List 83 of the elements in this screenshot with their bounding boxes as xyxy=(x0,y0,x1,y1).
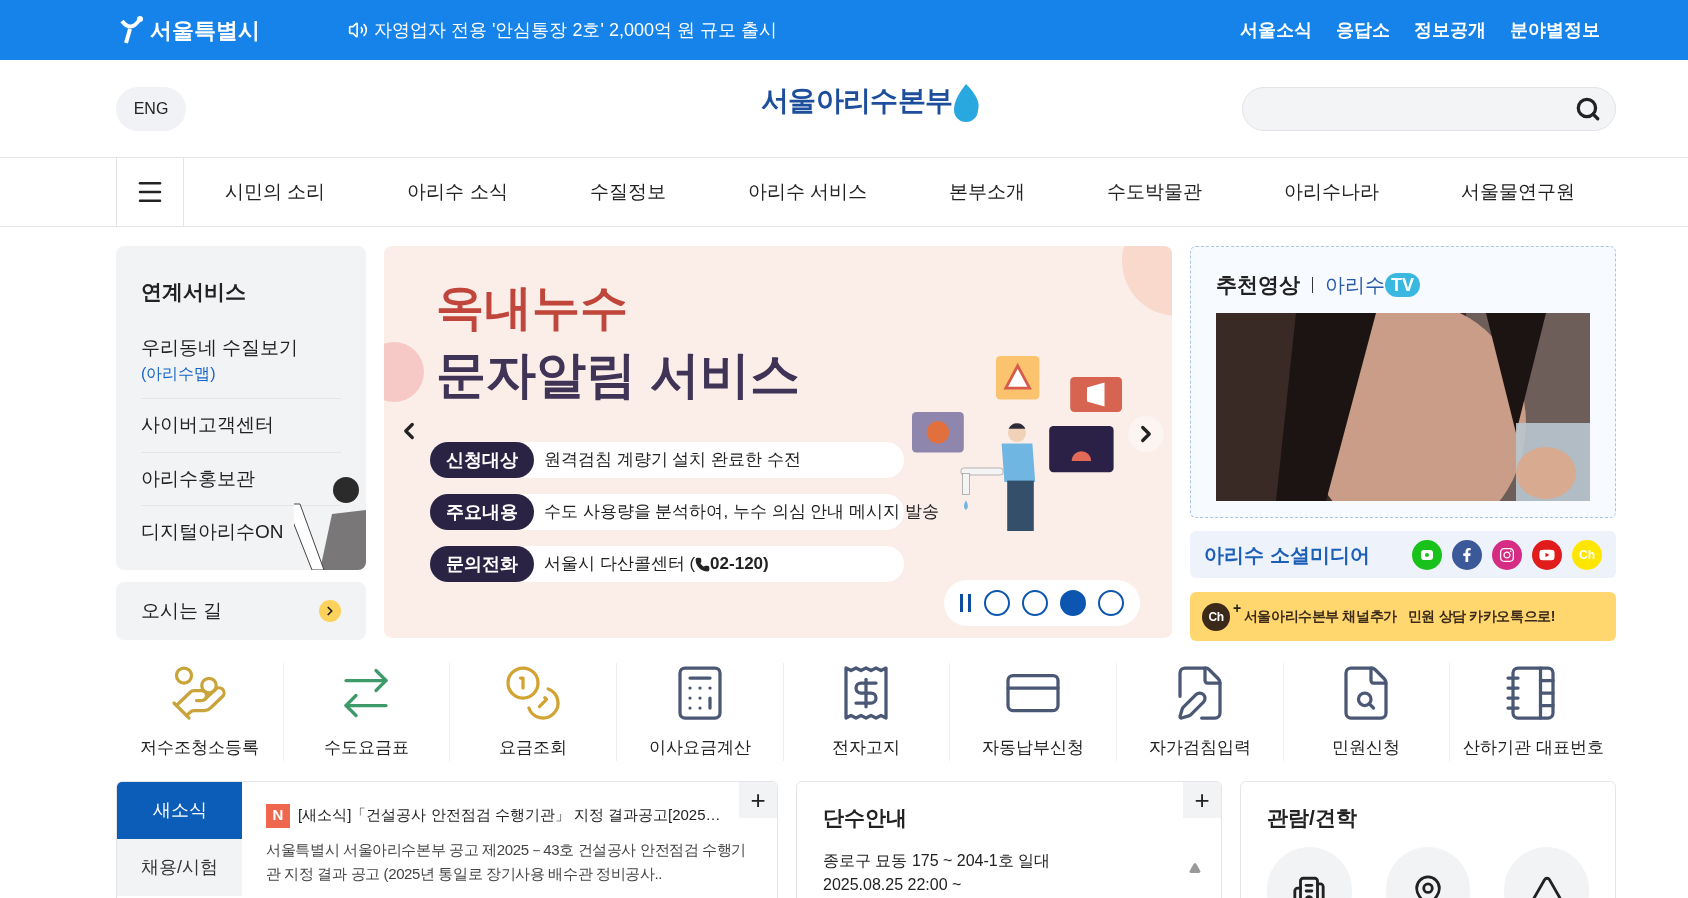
speaker-icon xyxy=(348,20,368,40)
card-title: 연계서비스 xyxy=(141,279,247,305)
quick-link[interactable]: 산하기관 대표번호 xyxy=(1449,663,1616,761)
quick-link[interactable]: 요금조회 xyxy=(449,663,616,761)
social-title: 아리수 소셜미디어 xyxy=(1204,542,1370,568)
outage-text: 종로구 묘동 175 ~ 204-1호 일대 xyxy=(823,851,1051,871)
tv-badge: TV xyxy=(1385,272,1420,297)
notice-text[interactable]: 자영업자 전용 '안심통장 2호' 2,000억 원 규모 출시 xyxy=(374,16,777,44)
quick-link-label: 저수조청소등록 xyxy=(139,737,259,759)
tv-brand[interactable]: 아리수 xyxy=(1325,269,1385,300)
nav-item[interactable]: 서울물연구원 xyxy=(1460,177,1575,207)
service-link[interactable]: 디지털아리수ON xyxy=(141,518,284,547)
seoul-logo[interactable]: 서울특별시 xyxy=(150,13,260,47)
top-link[interactable]: 분야별정보 xyxy=(1510,16,1600,44)
news-title[interactable]: [새소식]「건설공사 안전점검 수행기관」 지정 결과공고[2025… xyxy=(298,804,721,827)
quick-link-label: 자동납부신청 xyxy=(982,737,1085,759)
news-tab[interactable]: 새소식 xyxy=(117,781,242,839)
menu-button[interactable] xyxy=(116,158,184,226)
info-text: 수도 사용량을 분석하여, 누수 의심 안내 메시지 발송 xyxy=(544,501,939,524)
instagram-icon[interactable] xyxy=(1492,539,1522,570)
service-link[interactable]: 사이버고객센터 xyxy=(141,411,274,440)
kakao-badge-icon: Ch xyxy=(1202,602,1230,631)
quick-link-label: 요금조회 xyxy=(499,737,568,759)
info-text: 원격검침 계량기 설치 완료한 수전 xyxy=(544,449,801,472)
phone-icon xyxy=(695,556,711,572)
service-sub-label: (아리수맵) xyxy=(141,364,216,384)
quick-link-label: 민원신청 xyxy=(1332,737,1401,759)
kakao-channel-banner[interactable]: Ch + 서울아리수본부 채널추가 민원 상담 카카오톡으로! xyxy=(1190,592,1616,641)
service-link[interactable]: 우리동네 수질보기 xyxy=(141,333,299,362)
facebook-icon[interactable] xyxy=(1452,539,1482,570)
quick-link-label: 산하기관 대표번호 xyxy=(1462,737,1604,759)
quick-link[interactable]: 민원신청 xyxy=(1282,663,1450,761)
next-button[interactable] xyxy=(1128,416,1164,452)
phone-number: 02-120) xyxy=(710,553,769,576)
kakao-text: 민원 상담 카카오톡으로! xyxy=(1407,607,1556,626)
more-button[interactable]: + xyxy=(739,781,777,818)
more-button[interactable]: + xyxy=(1183,781,1221,818)
kakao-text: 서울아리수본부 채널추가 xyxy=(1243,607,1397,626)
nav-item[interactable]: 아리수나라 xyxy=(1283,177,1379,207)
nav-item[interactable]: 수질정보 xyxy=(589,177,666,207)
youtube-icon[interactable] xyxy=(1532,539,1562,570)
info-tag: 문의전화 xyxy=(430,546,534,582)
chevron-icon xyxy=(319,600,341,622)
site-logo[interactable]: 서울아리수본부 xyxy=(761,80,953,122)
banner-title: 옥내누수 xyxy=(436,284,628,332)
search-field[interactable] xyxy=(1242,86,1616,131)
quick-link-label: 이사요금계산 xyxy=(648,737,751,759)
scroll-up-icon[interactable] xyxy=(1189,861,1201,874)
info-tag: 신청대상 xyxy=(430,442,534,478)
quick-link-label: 자가검침입력 xyxy=(1148,737,1251,759)
directions-link[interactable]: 오시는 길 xyxy=(116,582,366,640)
banner-subtitle: 문자알림 서비스 xyxy=(436,350,800,400)
nav-item[interactable]: 시민의 소리 xyxy=(225,177,326,207)
plus-mark: + xyxy=(1233,599,1241,618)
quick-link-label: 전자고지 xyxy=(832,737,901,759)
quick-link[interactable]: 이사요금계산 xyxy=(616,663,783,761)
nav-item[interactable]: 본부소개 xyxy=(948,177,1025,207)
card-title: 추천영상 xyxy=(1216,272,1300,298)
quick-link[interactable]: 수도요금표 xyxy=(282,663,450,761)
top-link[interactable]: 응답소 xyxy=(1336,16,1390,44)
quick-link[interactable]: 저수조청소등록 xyxy=(116,663,283,761)
top-link[interactable]: 정보공개 xyxy=(1414,16,1486,44)
language-button[interactable]: ENG xyxy=(116,86,186,131)
news-summary: 서울특별시 서울아리수본부 공고 제2025－43호 건설공사 안전점검 수행기관 지정 결과 공고 (2025년 통일로 장기사용 배수관 정비공사.. xyxy=(266,839,748,884)
info-text: 서울시 다산콜센터 ( xyxy=(544,553,696,576)
water-drop-icon xyxy=(952,82,981,122)
quick-link[interactable]: 자가검침입력 xyxy=(1116,663,1283,761)
nav-item[interactable]: 아리수 서비스 xyxy=(747,177,867,207)
new-badge: N xyxy=(266,803,290,828)
info-tag: 주요내용 xyxy=(430,494,534,530)
card-title: 관람/견학 xyxy=(1267,804,1358,831)
card-title: 단수안내 xyxy=(823,804,908,831)
search-icon[interactable] xyxy=(1575,95,1601,122)
news-tab[interactable]: 채용/시험 xyxy=(117,838,242,896)
pause-icon[interactable] xyxy=(960,594,972,612)
service-link[interactable]: 아리수홍보관 xyxy=(141,464,255,493)
nav-item[interactable]: 아리수 소식 xyxy=(407,177,508,207)
quick-link-label: 수도요금표 xyxy=(324,737,409,759)
nav-item[interactable]: 수도박물관 xyxy=(1106,177,1202,207)
quick-link[interactable]: 전자고지 xyxy=(782,663,950,761)
quick-link[interactable]: 자동납부신청 xyxy=(949,663,1116,761)
outage-text: 2025.08.25 22:00 ~ xyxy=(823,875,962,895)
top-link[interactable]: 서울소식 xyxy=(1240,16,1312,44)
